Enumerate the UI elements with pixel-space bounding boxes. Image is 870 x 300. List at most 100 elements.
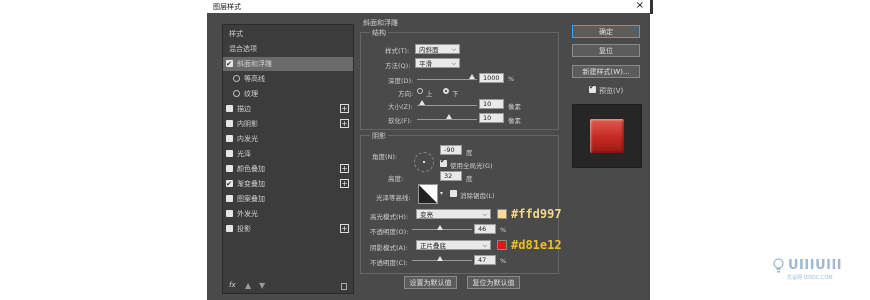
- style-item-checkbox[interactable]: [226, 195, 233, 202]
- style-item[interactable]: 样式: [223, 27, 353, 41]
- add-instance-icon[interactable]: +: [340, 164, 349, 173]
- shadow-color-swatch[interactable]: [497, 240, 507, 250]
- watermark-subtext: 优设网 UISDC.COM: [787, 275, 833, 281]
- angle-input[interactable]: -90: [440, 145, 462, 155]
- technique-select[interactable]: 平滑 ⌵: [415, 58, 460, 68]
- shading-title: 阴影: [370, 131, 388, 141]
- style-item-label: 内发光: [237, 135, 258, 143]
- style-item[interactable]: 纹理: [223, 87, 353, 101]
- global-light-checkbox[interactable]: [440, 157, 447, 167]
- add-instance-icon[interactable]: +: [340, 119, 349, 128]
- style-item-radio[interactable]: [233, 90, 240, 97]
- angle-dial[interactable]: [414, 152, 434, 172]
- shadow-mode-label: 阴影模式(A):: [370, 244, 408, 252]
- highlight-opacity-unit: %: [500, 226, 507, 234]
- angle-unit: 度: [466, 149, 473, 157]
- preview-checkbox[interactable]: [589, 83, 596, 93]
- add-instance-icon[interactable]: +: [340, 179, 349, 188]
- style-item[interactable]: 描边 +: [223, 102, 353, 116]
- chevron-down-icon: ⌵: [451, 46, 456, 53]
- size-unit: 像素: [508, 103, 521, 111]
- size-slider-thumb[interactable]: [419, 100, 425, 105]
- watermark-logo: UIIIUIII: [788, 258, 843, 273]
- direction-down-radio[interactable]: [443, 88, 449, 94]
- global-light-label: 使用全局光(G): [450, 162, 493, 170]
- add-instance-icon[interactable]: +: [340, 104, 349, 113]
- style-item[interactable]: 投影 +: [223, 222, 353, 236]
- chevron-down-icon[interactable]: ▾: [440, 190, 443, 197]
- style-item-label: 内阴影: [237, 120, 258, 128]
- soften-slider-track[interactable]: [417, 119, 477, 120]
- depth-label: 深度(D):: [388, 77, 414, 85]
- shadow-opacity-input[interactable]: 47: [474, 255, 496, 265]
- shadow-opacity-thumb[interactable]: [437, 256, 444, 261]
- style-item[interactable]: 等高线: [223, 72, 353, 86]
- style-item[interactable]: 光泽: [223, 147, 353, 161]
- depth-slider-track[interactable]: [417, 79, 477, 80]
- bevel-section-title: 斜面和浮雕: [363, 19, 398, 27]
- style-item-checkbox[interactable]: [226, 120, 233, 127]
- highlight-opacity-thumb[interactable]: [436, 225, 443, 230]
- close-icon[interactable]: ×: [636, 0, 644, 12]
- size-input[interactable]: 10: [479, 99, 504, 109]
- angle-dial-center: [423, 161, 425, 163]
- antialias-checkbox[interactable]: [450, 190, 457, 197]
- gloss-contour-preview[interactable]: [418, 184, 438, 204]
- style-item[interactable]: 内发光: [223, 132, 353, 146]
- direction-up-radio[interactable]: [417, 88, 423, 94]
- highlight-opacity-input[interactable]: 46: [474, 224, 496, 234]
- fx-icon[interactable]: fx: [229, 281, 236, 289]
- highlight-color-swatch[interactable]: [497, 209, 507, 219]
- structure-title: 结构: [370, 28, 388, 38]
- style-item[interactable]: 混合选项: [223, 42, 353, 56]
- depth-slider-thumb[interactable]: [469, 74, 475, 79]
- shadow-mode-select[interactable]: 正片叠底 ⌵: [416, 240, 491, 250]
- style-item[interactable]: 图案叠加: [223, 192, 353, 206]
- reset-button[interactable]: 复位: [572, 44, 640, 57]
- style-item-checkbox[interactable]: [226, 57, 233, 71]
- highlight-hex-annotation: #ffd997: [511, 207, 562, 221]
- styles-list: 样式混合选项斜面和浮雕等高线纹理描边 + 内阴影 + 内发光光泽颜色叠加 + 渐变叠加 + 图案…: [222, 24, 354, 294]
- style-item[interactable]: 斜面和浮雕: [223, 57, 353, 71]
- style-item[interactable]: 颜色叠加 +: [223, 162, 353, 176]
- highlight-opacity-label: 不透明度(O):: [370, 228, 409, 236]
- set-default-button[interactable]: 设置为默认值: [404, 276, 457, 289]
- soften-slider-thumb[interactable]: [446, 114, 452, 119]
- trash-icon[interactable]: [341, 283, 347, 290]
- style-item[interactable]: 外发光: [223, 207, 353, 221]
- add-instance-icon[interactable]: +: [340, 224, 349, 233]
- direction-up-label: 上: [426, 90, 433, 98]
- style-select[interactable]: 内斜面 ⌵: [415, 44, 460, 54]
- style-item-checkbox[interactable]: [226, 210, 233, 217]
- style-item-radio[interactable]: [233, 75, 240, 82]
- antialias-label: 消除锯齿(L): [460, 192, 495, 200]
- chevron-down-icon: ⌵: [482, 242, 487, 249]
- reset-default-button[interactable]: 复位为默认值: [467, 276, 520, 289]
- style-item-label: 等高线: [244, 75, 265, 83]
- style-item-checkbox[interactable]: [226, 135, 233, 142]
- style-item-checkbox[interactable]: [226, 225, 233, 232]
- altitude-input[interactable]: 32: [440, 171, 462, 181]
- arrow-down-icon[interactable]: ▼: [259, 281, 265, 290]
- style-item-label: 渐变叠加: [237, 180, 265, 188]
- style-item-label: 颜色叠加: [237, 165, 265, 173]
- style-item-checkbox[interactable]: [226, 177, 233, 191]
- style-item-checkbox[interactable]: [226, 150, 233, 157]
- ok-button[interactable]: 确定: [572, 25, 640, 38]
- style-item[interactable]: 内阴影 +: [223, 117, 353, 131]
- style-item-label: 图案叠加: [237, 195, 265, 203]
- direction-down-label: 下: [452, 90, 459, 98]
- style-item[interactable]: 渐变叠加 +: [223, 177, 353, 191]
- style-item-checkbox[interactable]: [226, 105, 233, 112]
- style-item-label: 样式: [229, 30, 243, 38]
- highlight-mode-select[interactable]: 变亮 ⌵: [416, 209, 491, 219]
- style-item-label: 混合选项: [229, 45, 257, 53]
- depth-input[interactable]: 1000: [479, 73, 504, 83]
- arrow-up-icon[interactable]: ▲: [245, 281, 251, 290]
- new-style-button[interactable]: 新建样式(W)...: [572, 65, 640, 78]
- style-item-checkbox[interactable]: [226, 165, 233, 172]
- style-value: 内斜面: [419, 46, 439, 54]
- soften-input[interactable]: 10: [479, 113, 504, 123]
- highlight-mode-value: 变亮: [420, 211, 433, 219]
- size-slider-track[interactable]: [417, 105, 477, 106]
